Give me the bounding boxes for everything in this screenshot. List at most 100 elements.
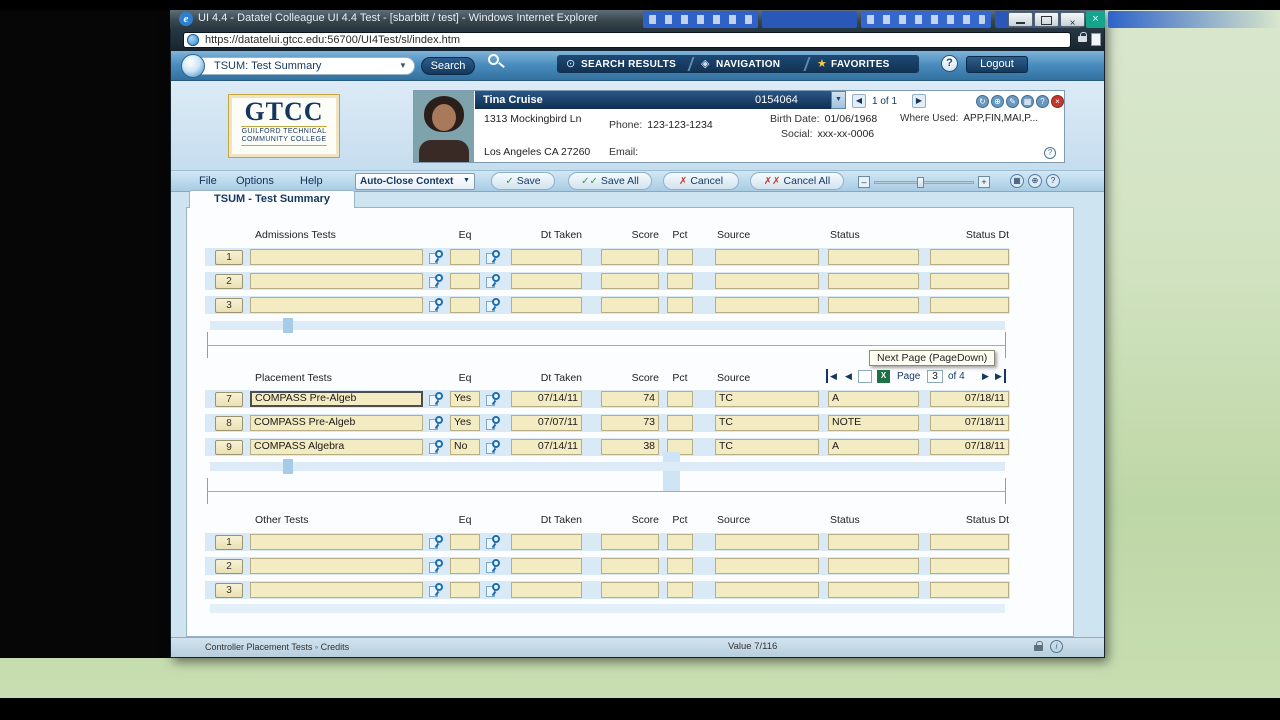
lookup-icon[interactable] bbox=[429, 535, 443, 550]
page-jump-box[interactable] bbox=[858, 370, 872, 383]
score-field[interactable] bbox=[601, 249, 659, 265]
menu-file[interactable]: File bbox=[199, 175, 217, 187]
lookup-icon[interactable] bbox=[429, 440, 443, 455]
row-number-button[interactable]: 2 bbox=[215, 559, 243, 574]
eq-field[interactable] bbox=[450, 249, 480, 265]
card-refresh-icon[interactable]: ↻ bbox=[976, 95, 989, 108]
dt-taken-field[interactable] bbox=[511, 273, 582, 289]
record-prev-button[interactable]: ◀ bbox=[852, 94, 866, 108]
scrollbar-thumb[interactable] bbox=[283, 318, 293, 333]
dt-taken-field[interactable]: 07/14/11 bbox=[511, 391, 582, 407]
lookup-icon[interactable] bbox=[486, 416, 500, 431]
zoom-slider-handle[interactable] bbox=[917, 177, 924, 188]
source-field[interactable] bbox=[715, 297, 819, 313]
pct-field[interactable] bbox=[667, 534, 693, 550]
score-field[interactable]: 74 bbox=[601, 391, 659, 407]
test-name-field[interactable] bbox=[250, 249, 423, 265]
test-name-field[interactable] bbox=[250, 582, 423, 598]
dt-taken-field[interactable]: 07/14/11 bbox=[511, 439, 582, 455]
page-next-button[interactable]: ▶ bbox=[979, 369, 992, 383]
source-field[interactable]: TC bbox=[715, 439, 819, 455]
printer-icon[interactable]: ▦ bbox=[1010, 174, 1024, 188]
lookup-icon[interactable] bbox=[486, 440, 500, 455]
lookup-icon[interactable] bbox=[486, 559, 500, 574]
tab-search-results[interactable]: SEARCH RESULTS bbox=[581, 59, 676, 70]
lookup-icon[interactable] bbox=[429, 298, 443, 313]
url-text[interactable]: https://datatelui.gtcc.edu:56700/UI4Test… bbox=[205, 34, 460, 46]
lookup-icon[interactable] bbox=[429, 416, 443, 431]
dt-taken-field[interactable] bbox=[511, 582, 582, 598]
save-button[interactable]: ✓ Save bbox=[491, 172, 555, 190]
current-page-box[interactable]: 3 bbox=[927, 370, 943, 383]
test-name-field[interactable] bbox=[250, 558, 423, 574]
minimize-button[interactable] bbox=[1008, 12, 1033, 27]
horizontal-scrollbar[interactable] bbox=[210, 462, 1005, 471]
eq-field[interactable]: Yes bbox=[450, 415, 480, 431]
dt-taken-field[interactable] bbox=[511, 297, 582, 313]
status-field[interactable]: NOTE bbox=[828, 415, 919, 431]
pct-field[interactable] bbox=[667, 415, 693, 431]
page-last-button[interactable]: ▶ bbox=[993, 369, 1006, 383]
card-help-icon-button[interactable]: ? bbox=[1036, 95, 1049, 108]
status-dt-field[interactable] bbox=[930, 558, 1009, 574]
row-number-button[interactable]: 1 bbox=[215, 535, 243, 550]
zoom-out-button[interactable]: – bbox=[858, 176, 870, 188]
person-dropdown-button[interactable]: ▼ bbox=[831, 91, 846, 109]
eq-field[interactable] bbox=[450, 273, 480, 289]
status-dt-field[interactable] bbox=[930, 249, 1009, 265]
status-dt-field[interactable] bbox=[930, 273, 1009, 289]
test-name-field[interactable] bbox=[250, 297, 423, 313]
source-field[interactable] bbox=[715, 534, 819, 550]
horizontal-scrollbar[interactable] bbox=[210, 604, 1005, 613]
source-field[interactable] bbox=[715, 249, 819, 265]
overlay-close-button[interactable]: × bbox=[1086, 11, 1105, 28]
status-field[interactable] bbox=[828, 273, 919, 289]
search-button[interactable]: Search bbox=[421, 57, 475, 75]
row-number-button[interactable]: 1 bbox=[215, 250, 243, 265]
score-field[interactable] bbox=[601, 582, 659, 598]
source-field[interactable] bbox=[715, 558, 819, 574]
score-field[interactable]: 38 bbox=[601, 439, 659, 455]
status-field[interactable] bbox=[828, 558, 919, 574]
help-icon[interactable]: ? bbox=[1046, 174, 1060, 188]
menu-options[interactable]: Options bbox=[236, 175, 274, 187]
status-dt-field[interactable]: 07/18/11 bbox=[930, 415, 1009, 431]
page-prev-button[interactable]: ◀ bbox=[842, 369, 855, 383]
status-dt-field[interactable] bbox=[930, 582, 1009, 598]
row-number-button[interactable]: 3 bbox=[215, 583, 243, 598]
lookup-icon[interactable] bbox=[429, 559, 443, 574]
card-grid-icon[interactable]: ▦ bbox=[1021, 95, 1034, 108]
card-globe-icon[interactable]: ⊕ bbox=[991, 95, 1004, 108]
context-value[interactable]: TSUM: Test Summary bbox=[214, 60, 321, 72]
menu-help[interactable]: Help bbox=[300, 175, 323, 187]
status-field[interactable]: A bbox=[828, 391, 919, 407]
cancel-all-button[interactable]: ✗✗ Cancel All bbox=[750, 172, 844, 190]
horizontal-scrollbar[interactable] bbox=[210, 321, 1005, 330]
row-number-button[interactable]: 7 bbox=[215, 392, 243, 407]
pct-field[interactable] bbox=[667, 391, 693, 407]
info-icon[interactable]: i bbox=[1050, 640, 1063, 653]
status-field[interactable] bbox=[828, 297, 919, 313]
status-field[interactable] bbox=[828, 582, 919, 598]
pct-field[interactable] bbox=[667, 582, 693, 598]
lookup-icon[interactable] bbox=[486, 392, 500, 407]
eq-field[interactable]: No bbox=[450, 439, 480, 455]
score-field[interactable] bbox=[601, 297, 659, 313]
lookup-icon[interactable] bbox=[486, 535, 500, 550]
globe-icon[interactable]: ⊕ bbox=[1028, 174, 1042, 188]
row-number-button[interactable]: 2 bbox=[215, 274, 243, 289]
card-edit-icon[interactable]: ✎ bbox=[1006, 95, 1019, 108]
status-dt-field[interactable] bbox=[930, 534, 1009, 550]
test-name-field-focused[interactable]: COMPASS Pre-Algeb bbox=[250, 391, 423, 407]
eq-field[interactable] bbox=[450, 558, 480, 574]
dt-taken-field[interactable] bbox=[511, 558, 582, 574]
tab-favorites[interactable]: FAVORITES bbox=[831, 59, 890, 70]
record-next-button[interactable]: ▶ bbox=[912, 94, 926, 108]
pct-field[interactable] bbox=[667, 297, 693, 313]
score-field[interactable] bbox=[601, 534, 659, 550]
zoom-slider-track[interactable] bbox=[874, 181, 974, 184]
pct-field[interactable] bbox=[667, 558, 693, 574]
score-field[interactable] bbox=[601, 558, 659, 574]
tab-navigation[interactable]: NAVIGATION bbox=[716, 59, 780, 70]
source-field[interactable] bbox=[715, 582, 819, 598]
